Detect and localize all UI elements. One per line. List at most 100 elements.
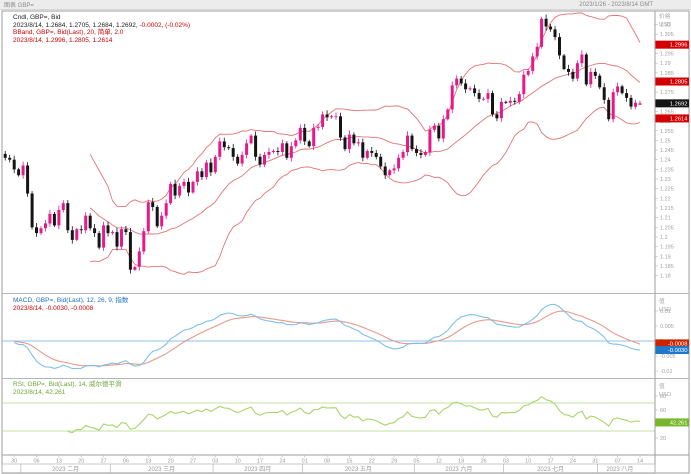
candle-body — [53, 214, 56, 226]
candle-body — [138, 251, 141, 266]
price-axis-title: 价格 — [659, 12, 671, 20]
legend-macd-title: MACD, GBP=, Bid(Last), 12, 26, 9, 指数 — [13, 297, 128, 305]
legend-cndl-ohlc: 2023/8/14, 1.2684, 1.2705, 1.2684, 1.269… — [13, 22, 138, 29]
x-axis-day-label: 10 — [235, 459, 241, 465]
candle-body — [433, 126, 436, 130]
candle-body — [361, 142, 364, 157]
candle-body — [442, 119, 445, 138]
candle-body — [62, 203, 65, 210]
candle-body — [263, 155, 266, 165]
x-axis-month-label: 2023 四月 — [244, 466, 271, 473]
candle-body — [428, 130, 431, 152]
x-axis-day-label: 01 — [302, 459, 308, 465]
x-axis-day-label: 22 — [369, 459, 375, 465]
candle-body — [357, 142, 360, 143]
candle-body — [232, 148, 235, 157]
x-axis-day-label: 14 — [637, 459, 643, 465]
price-badge-value: 1.2996 — [670, 43, 688, 49]
candle-body — [268, 152, 271, 155]
candle-body — [630, 98, 633, 107]
candle-body — [531, 56, 534, 71]
price-badge-value: 1.2692 — [670, 101, 688, 107]
candle-body — [183, 182, 186, 186]
candle-body — [393, 168, 396, 170]
candle-body — [348, 135, 351, 150]
candle-body — [245, 143, 248, 155]
candle-body — [75, 229, 78, 240]
candle-body — [335, 116, 338, 117]
candle-body — [612, 92, 615, 119]
candle-body — [616, 86, 619, 92]
x-axis-day-label: 20 — [78, 459, 84, 465]
candle-body — [209, 163, 212, 173]
candle-body — [571, 72, 574, 79]
candle-body — [567, 69, 570, 72]
candle-body — [156, 207, 159, 226]
x-axis-day-label: 15 — [346, 459, 352, 465]
candle-body — [527, 71, 530, 75]
candle-body — [522, 75, 525, 94]
candle-body — [57, 210, 60, 225]
candle-body — [451, 85, 454, 109]
legend-macd-values: 2023/8/14, -0.0030, -0.0008 — [13, 305, 128, 313]
candle-body — [111, 232, 114, 233]
candle-body — [540, 19, 543, 47]
candle-body — [254, 136, 257, 157]
x-axis-day-label: 17 — [257, 459, 263, 465]
candle-body — [554, 29, 557, 37]
candle-body — [285, 143, 288, 158]
price-tick-label: 1.185 — [660, 264, 674, 270]
candle-body — [160, 216, 163, 227]
candle-body — [549, 27, 552, 30]
x-axis-month-label: 2023 五月 — [345, 466, 372, 473]
x-axis-day-label: 03 — [503, 459, 509, 465]
x-axis-day-label: 24 — [570, 459, 576, 465]
price-tick-label: 1.25 — [660, 138, 671, 144]
candle-body — [196, 171, 199, 182]
candle-body — [299, 128, 302, 140]
candle-body — [192, 182, 195, 193]
candle-body — [594, 72, 597, 76]
candle-body — [129, 232, 132, 270]
x-axis-month-label: 2023 六月 — [445, 465, 472, 473]
price-badge-value: 1.2805 — [670, 80, 688, 86]
candle-body — [26, 166, 29, 194]
x-axis-day-label: 30 — [11, 459, 17, 465]
chart-canvas[interactable]: 1.311.3051.31.2951.291.2851.281.2751.271… — [0, 0, 691, 474]
price-tick-label: 1.225 — [660, 187, 674, 193]
candle-body — [8, 158, 11, 160]
price-tick-label: 1.24 — [660, 158, 671, 164]
candle-body — [397, 158, 400, 169]
candle-body — [124, 229, 127, 232]
price-tick-label: 1.2 — [660, 235, 668, 241]
rsi-axis-title: 值 — [659, 382, 665, 390]
candle-body — [388, 170, 391, 175]
candle-body — [326, 114, 329, 117]
macd-legend: MACD, GBP=, Bid(Last), 12, 26, 9, 指数 202… — [13, 297, 128, 312]
candle-body — [66, 203, 69, 230]
candle-body — [344, 138, 347, 150]
candle-body — [621, 86, 624, 93]
candle-body — [558, 37, 561, 55]
candle-body — [276, 151, 279, 152]
candle-body — [352, 135, 355, 144]
candle-body — [294, 140, 297, 146]
price-tick-label: 1.19 — [660, 254, 671, 260]
candle-body — [504, 102, 507, 103]
price-tick-label: 1.275 — [660, 90, 674, 96]
x-axis-day-label: 12 — [436, 459, 442, 465]
candle-body — [437, 126, 440, 138]
rsi-tick-label: 60 — [660, 408, 666, 414]
rsi-tick-label: 20 — [660, 436, 666, 442]
candle-body — [13, 160, 16, 170]
main-chart-legend: Cndl, GBP=, Bid 2023/8/14, 1.2684, 1.270… — [13, 14, 190, 44]
x-axis-month-label: 2023 三月 — [148, 466, 175, 473]
candle-body — [147, 202, 150, 231]
x-axis-day-label: 06 — [33, 459, 39, 465]
candle-body — [491, 93, 494, 114]
candle-body — [589, 72, 592, 85]
candle-body — [464, 84, 467, 90]
candle-body — [40, 228, 43, 233]
price-tick-label: 1.215 — [660, 206, 674, 212]
candle-body — [487, 93, 490, 99]
